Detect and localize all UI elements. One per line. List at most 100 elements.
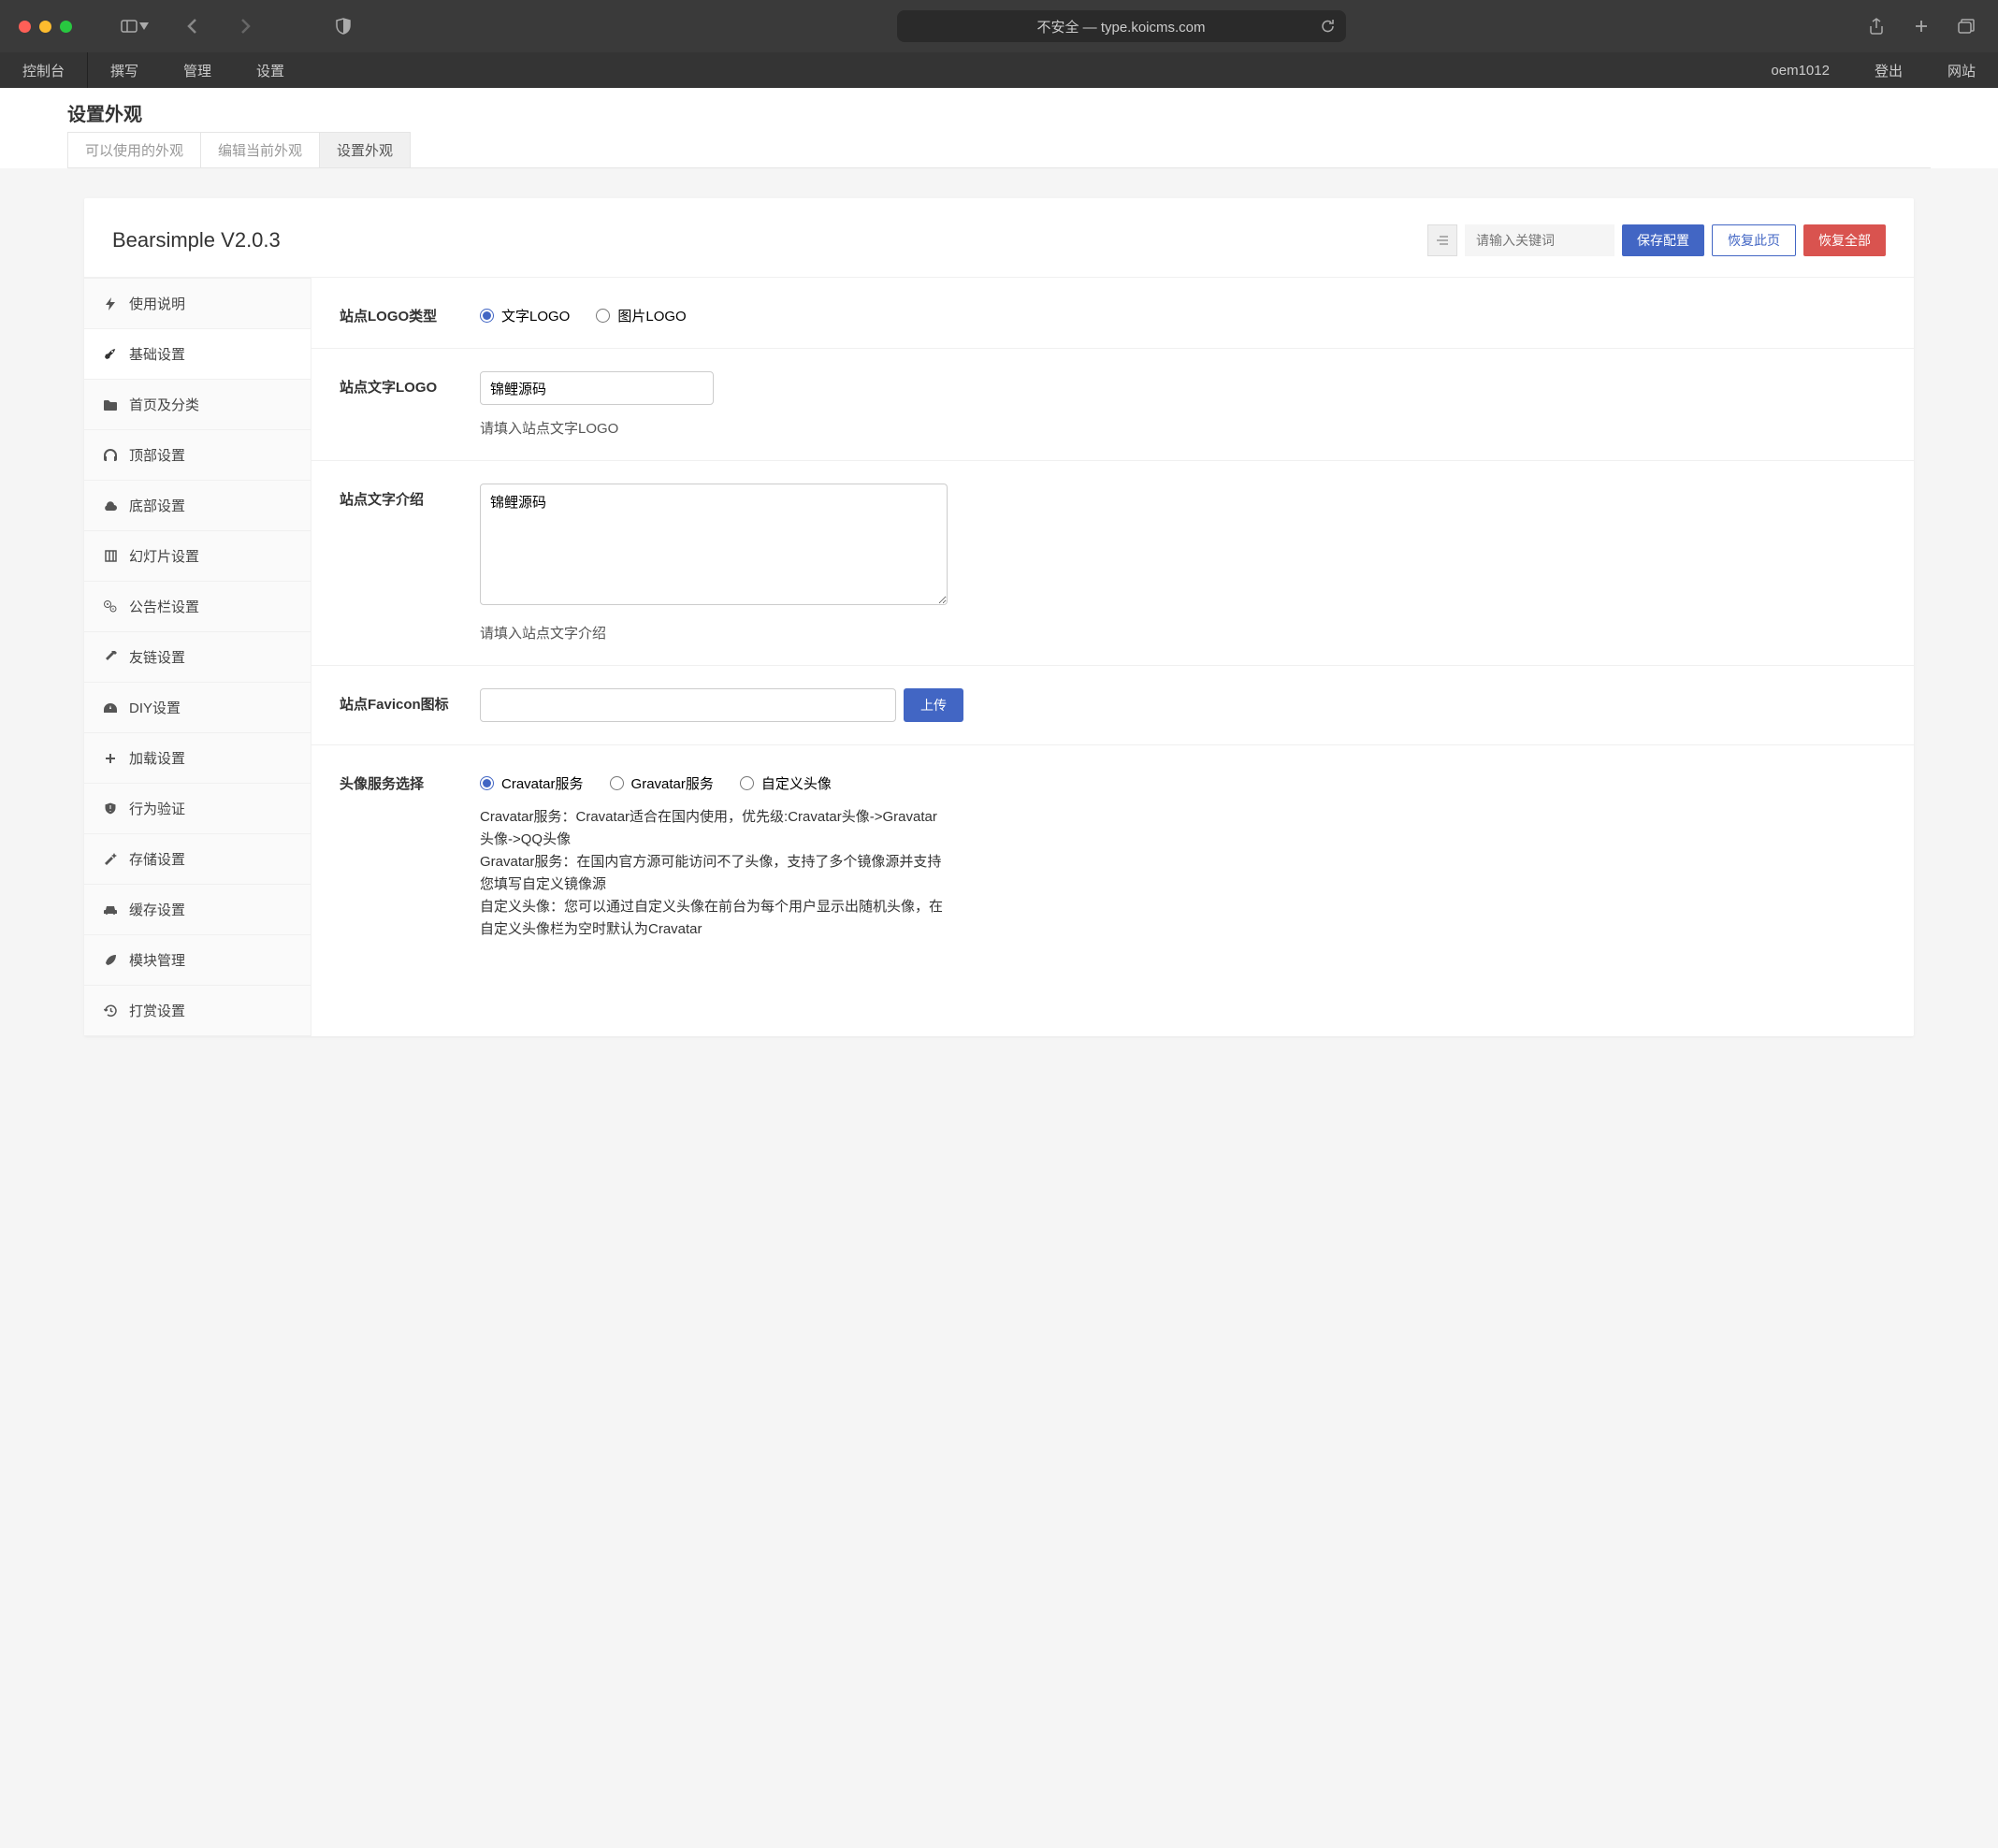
upload-button[interactable]: 上传 [904,688,963,722]
browser-chrome: 不安全 — type.koicms.com [0,0,1998,52]
leaf-icon [103,954,118,966]
sidebar-item-label: 底部设置 [129,496,185,515]
sidebar-item-modules[interactable]: 模块管理 [84,935,311,986]
nav-website[interactable]: 网站 [1925,52,1998,88]
sidebar-item-label: 友链设置 [129,647,185,667]
radio-image-logo[interactable]: 图片LOGO [596,306,686,325]
nav-manage[interactable]: 管理 [161,52,234,88]
sidebar-item-label: 公告栏设置 [129,597,199,616]
nav-user[interactable]: oem1012 [1748,52,1852,88]
sidebar-item-header[interactable]: 顶部设置 [84,430,311,481]
form-row-favicon: 站点Favicon图标 上传 [311,666,1914,745]
sidebar-item-usage[interactable]: 使用说明 [84,278,311,329]
sidebar-item-label: 缓存设置 [129,900,185,919]
collapse-toggle-button[interactable] [1427,224,1457,256]
rocket-icon [103,348,118,361]
sidebar-item-label: 加载设置 [129,748,185,768]
radio-text-logo[interactable]: 文字LOGO [480,306,570,325]
sidebar-item-load[interactable]: 加载设置 [84,733,311,784]
headphones-icon [103,449,118,461]
tab-edit-theme[interactable]: 编辑当前外观 [200,132,320,167]
search-input[interactable] [1465,224,1614,256]
sidebar-item-label: 行为验证 [129,799,185,818]
share-button[interactable] [1863,13,1889,39]
settings-card: Bearsimple V2.0.3 保存配置 恢复此页 恢复全部 使用说明 [84,198,1914,1036]
hammer-icon [103,651,118,663]
restore-all-button[interactable]: 恢复全部 [1803,224,1886,256]
tabs-overview-button[interactable] [1953,13,1979,39]
minimize-window-button[interactable] [39,21,51,33]
sidebar-item-label: 首页及分类 [129,395,199,414]
wand-icon [103,853,118,865]
close-window-button[interactable] [19,21,31,33]
traffic-lights [19,21,72,33]
refresh-icon[interactable] [1321,19,1335,34]
settings-sidebar: 使用说明 基础设置 首页及分类 顶部设置 底部设置 [84,278,311,1036]
text-logo-hint: 请填入站点文字LOGO [480,418,1886,438]
maximize-window-button[interactable] [60,21,72,33]
favicon-input[interactable] [480,688,896,722]
bolt-icon [103,297,118,310]
radio-gravatar-input[interactable] [610,776,624,790]
text-logo-label: 站点文字LOGO [340,371,480,397]
form-row-text-logo: 站点文字LOGO 请填入站点文字LOGO [311,349,1914,461]
new-tab-button[interactable] [1908,13,1934,39]
sidebar-toggle[interactable] [121,20,149,33]
theme-name: Bearsimple V2.0.3 [112,228,281,253]
dashboard-icon [103,703,118,713]
back-button[interactable] [179,13,205,39]
sidebar-item-links[interactable]: 友链设置 [84,632,311,683]
radio-image-logo-input[interactable] [596,309,610,323]
radio-gravatar[interactable]: Gravatar服务 [610,773,714,793]
page-header: 设置外观 可以使用的外观 编辑当前外观 设置外观 [0,88,1998,168]
text-intro-textarea[interactable] [480,484,948,605]
tab-available-themes[interactable]: 可以使用的外观 [67,132,201,167]
restore-page-button[interactable]: 恢复此页 [1712,224,1796,256]
avatar-label: 头像服务选择 [340,768,480,793]
form-area: 站点LOGO类型 文字LOGO 图片LOGO [311,278,1914,1036]
tab-theme-settings[interactable]: 设置外观 [319,132,411,167]
sidebar-item-notice[interactable]: 公告栏设置 [84,582,311,632]
sidebar-item-label: DIY设置 [129,698,181,717]
sidebar-item-slides[interactable]: 幻灯片设置 [84,531,311,582]
radio-cravatar[interactable]: Cravatar服务 [480,773,584,793]
gears-icon [103,600,118,613]
sidebar-item-home[interactable]: 首页及分类 [84,380,311,430]
page-tabs: 可以使用的外观 编辑当前外观 设置外观 [67,132,1931,168]
plus-icon [103,753,118,764]
url-bar[interactable]: 不安全 — type.koicms.com [897,10,1346,42]
sidebar-item-verify[interactable]: 行为验证 [84,784,311,834]
text-intro-hint: 请填入站点文字介绍 [480,623,1886,642]
nav-logout[interactable]: 登出 [1852,52,1925,88]
forward-button[interactable] [233,13,259,39]
form-row-avatar: 头像服务选择 Cravatar服务 Gravatar服务 [311,745,1914,963]
sidebar-item-label: 基础设置 [129,344,185,364]
sidebar-item-cache[interactable]: 缓存设置 [84,885,311,935]
radio-custom-avatar[interactable]: 自定义头像 [740,773,832,793]
text-logo-input[interactable] [480,371,714,405]
radio-text-logo-input[interactable] [480,309,494,323]
content-wrap: Bearsimple V2.0.3 保存配置 恢复此页 恢复全部 使用说明 [0,168,1998,1848]
card-header: Bearsimple V2.0.3 保存配置 恢复此页 恢复全部 [84,198,1914,278]
save-button[interactable]: 保存配置 [1622,224,1704,256]
top-nav: 控制台 撰写 管理 设置 oem1012 登出 网站 [0,52,1998,88]
nav-console[interactable]: 控制台 [0,52,88,88]
sidebar-item-donate[interactable]: 打赏设置 [84,986,311,1036]
sidebar-item-label: 模块管理 [129,950,185,970]
sidebar-item-diy[interactable]: DIY设置 [84,683,311,733]
sidebar-item-basic[interactable]: 基础设置 [84,329,311,380]
radio-custom-avatar-input[interactable] [740,776,754,790]
shield-alert-icon [103,802,118,815]
nav-settings[interactable]: 设置 [234,52,307,88]
sidebar-item-label: 存储设置 [129,849,185,869]
avatar-desc: Cravatar服务：Cravatar适合在国内使用，优先级:Cravatar头… [480,806,948,941]
sidebar-item-storage[interactable]: 存储设置 [84,834,311,885]
privacy-shield-icon[interactable] [336,18,351,35]
radio-cravatar-input[interactable] [480,776,494,790]
folder-icon [103,399,118,411]
nav-write[interactable]: 撰写 [88,52,161,88]
car-icon [103,905,118,915]
form-row-logo-type: 站点LOGO类型 文字LOGO 图片LOGO [311,278,1914,349]
cloud-icon [103,501,118,511]
sidebar-item-footer[interactable]: 底部设置 [84,481,311,531]
